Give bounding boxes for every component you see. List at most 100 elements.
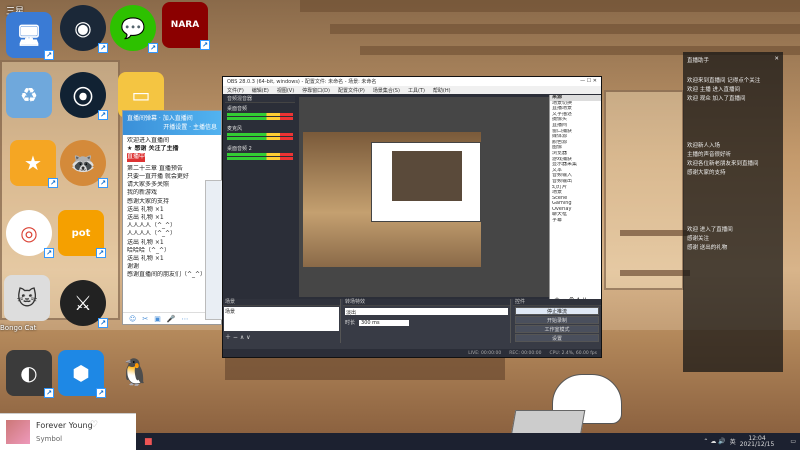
list-item[interactable]: 请大家多多关照 [127,181,217,189]
qq-icon[interactable]: 🐧 [112,350,158,396]
scene-toolbar[interactable]: ＋ − ∧ ∨ [223,332,340,341]
rec-status: REC: 00:00:00 [509,350,542,356]
menu-tools[interactable]: 工具(T) [408,87,425,94]
list-item[interactable]: 直播中 [127,153,146,162]
scissors-icon[interactable]: ✂ [142,315,148,323]
folder-icon[interactable]: ★ ↗ [10,140,58,188]
audio-meter [227,157,293,160]
list-item[interactable]: 第二十三章 直播预告 [127,165,217,173]
live-chat-overlay: 直播助手 ✕ 欢迎来到直播间 记得点个关注 欢迎 主播 进入直播间 欢迎 观众 … [683,52,783,372]
wechat-icon[interactable]: 💬 ↗ [110,5,158,53]
shelf [620,270,690,276]
obs-title: OBS 28.0.3 (64-bit, windows) - 配置文件: 未命名… [227,79,377,85]
shelf [620,230,690,236]
audio-meter [227,153,293,156]
menu-scene-collection[interactable]: 场景集合(S) [373,87,400,94]
list-item[interactable]: 感谢直播间的朋友们（^_^） [127,271,217,279]
image-icon[interactable]: ▣ [154,315,161,323]
menu-file[interactable]: 文件(F) [227,87,244,94]
naraka-icon[interactable]: NARA ↗ [162,2,210,50]
emoji-icon[interactable]: ☺ [129,315,136,323]
list-item[interactable]: 我的新游戏 [127,189,217,197]
youku-icon[interactable]: 🦝 ↗ [60,140,108,188]
obs-window[interactable]: OBS 28.0.3 (64-bit, windows) - 配置文件: 未命名… [222,76,602,358]
scenes-title: 场景 [223,299,340,306]
overlay-message: 欢迎 进入了直播间 [687,227,733,233]
start-recording-button[interactable]: 开始录制 [515,316,599,324]
list-item[interactable]: 哈哈哈（^_^） [127,247,217,255]
bongo-cat-icon[interactable]: 🐱 [4,275,50,321]
transition-title: 转场特效 [343,299,510,306]
transition-panel: 转场特效 淡出 时长 300 ms [343,299,511,343]
close-icon[interactable]: ✕ [774,56,779,64]
stop-streaming-button[interactable]: 停止推流 [515,307,599,315]
menu-profile[interactable]: 配置文件(P) [338,87,365,94]
obs-statusbar: LIVE: 00:00:00 REC: 00:00:00 CPU: 2.4%, … [223,349,601,357]
mixer-channel[interactable]: 桌面音频 [225,103,295,123]
menu-edit[interactable]: 编辑(E) [252,87,269,94]
more-icon[interactable]: ⋯ [182,315,189,323]
list-item[interactable]: 送出 礼物 ×1 [127,206,217,214]
obs-preview[interactable] [299,97,567,297]
duration-input[interactable]: 300 ms [359,319,410,326]
list-item[interactable]: 只要一直开播 就会更好 [127,173,217,181]
bongo-cat-label: Bongo Cat [0,324,37,332]
scene-list[interactable]: 场景 [224,307,339,331]
list-item[interactable]: 谢谢 [127,263,217,271]
list-item[interactable]: 欢迎进入直播间 [127,137,217,145]
overlay-message: 主播的声音很好听 [687,152,732,158]
app-dark-icon[interactable]: ◐ ↗ [6,350,54,398]
menu-docks[interactable]: 停靠窗口(D) [302,87,330,94]
heart-icon[interactable]: ♡ [90,420,98,430]
list-item[interactable]: ★ 感谢 关注了主播 [127,145,217,153]
controls-panel: 控件 停止推流 开始录制 工作室模式 设置 [513,299,601,343]
cyan-app-icon[interactable]: ⬢ ↗ [58,350,106,398]
music-widget[interactable]: Forever Young ♡ Symbol [0,413,136,450]
sources-list: 来源 场景切换 直播场景 文字描述 摄像头 直播间 窗口捕获 媒体源 颜色源 图… [549,95,601,305]
list-item[interactable]: 送出 礼物 ×1 [127,214,217,222]
mixer-title: 音频混音器 [225,96,295,103]
notification-icon[interactable]: ▭ [790,438,796,445]
list-item[interactable]: 人人人人（^_^） [127,222,217,230]
overlay-message: 欢迎来到直播间 记得点个关注 [687,78,761,84]
tray-icons[interactable]: ⌃ ☁ 🔊 [703,438,725,445]
menu-view[interactable]: 视图(V) [277,87,294,94]
computer-icon[interactable]: 🖥 ↗ [6,12,54,60]
overlay-header: 直播助手 ✕ [687,56,779,64]
channel-label: 桌面音频 [227,106,248,112]
steam-icon[interactable]: ◉ ↗ [60,5,108,53]
scene-item[interactable]: 场景 [225,309,235,315]
app-blue-icon[interactable]: ⦿ ↗ [60,72,108,120]
clock-date: 2021/12/15 [739,440,775,448]
audio-meter [227,133,293,136]
window-controls[interactable]: — ☐ ✕ [580,78,597,85]
list-item[interactable]: 感谢大家的支持 [127,198,217,206]
chat-subtitle: 开播设置 · 主播信息 [163,124,217,131]
menu-help[interactable]: 帮助(H) [433,87,451,94]
list-item[interactable]: 送出 礼物 ×1 [127,239,217,247]
lang-indicator[interactable]: 英 [730,437,736,446]
album-art [6,420,30,444]
transition-select[interactable]: 淡出 [345,308,508,316]
cpu-status: CPU: 2.4%, 60.00 fps [549,350,598,356]
obs-bottom-panels: 场景 场景 ＋ − ∧ ∨ 转场特效 淡出 时长 300 ms 控件 停止推流 … [223,299,601,351]
overlay-message: 欢迎新人入场 [687,143,721,149]
mixer-channel[interactable]: 桌面音频 2 [225,143,295,163]
audio-meter [227,117,293,120]
mixer-channel[interactable]: 麦克风 [225,123,295,143]
settings-button[interactable]: 设置 [515,334,599,342]
overlay-message: 欢迎 观众 加入了直播间 [687,96,746,102]
chrome-icon[interactable]: ◎ ↗ [6,210,54,258]
source-item[interactable]: 字幕 [550,218,601,224]
mic-icon[interactable]: 🎤 [167,315,176,323]
recycle-bin-icon[interactable]: ♻ [6,72,52,118]
start-icon[interactable]: ■ [144,437,153,447]
studio-mode-button[interactable]: 工作室模式 [515,325,599,333]
game-icon[interactable]: ⚔ ↗ [60,280,108,328]
overlay-message: 感谢大家的支持 [687,170,726,176]
clock[interactable]: 12:04 2021/12/15 [739,435,775,448]
list-item[interactable]: 人人人人（^_^） [127,230,217,238]
pot-player-icon[interactable]: pot ↗ [58,210,106,258]
taskbar: ■ ⌃ ☁ 🔊 英 12:04 2021/12/15 ▭ [136,433,800,450]
list-item[interactable]: 送出 礼物 ×1 [127,255,217,263]
